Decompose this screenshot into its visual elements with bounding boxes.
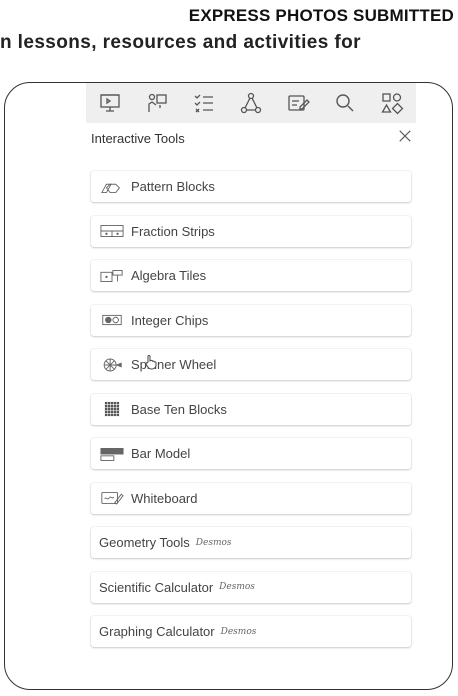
tool-label: Fraction Strips bbox=[131, 223, 215, 239]
bar-model-icon bbox=[99, 445, 125, 463]
tool-label: Integer Chips bbox=[131, 312, 209, 328]
tool-algebra-tiles[interactable]: Algebra Tiles bbox=[91, 260, 411, 291]
panel-title: Interactive Tools bbox=[91, 131, 185, 146]
presentation-icon[interactable] bbox=[96, 89, 124, 117]
tools-list: Pattern Blocks Fraction Strips Algebra T… bbox=[91, 171, 411, 661]
tool-label: Base Ten Blocks bbox=[131, 401, 227, 417]
tool-scientific-calculator[interactable]: Scientific Calculator Desmos bbox=[91, 571, 411, 603]
teacher-board-icon[interactable] bbox=[143, 89, 171, 117]
whiteboard-icon bbox=[99, 489, 125, 507]
edit-note-icon[interactable] bbox=[284, 89, 312, 117]
shapes-icon[interactable] bbox=[378, 89, 406, 117]
tool-base-ten-blocks[interactable]: Base Ten Blocks bbox=[91, 393, 411, 425]
subline-caption: n lessons, resources and activities for bbox=[0, 32, 361, 53]
close-icon[interactable] bbox=[396, 127, 414, 145]
tool-graphing-calculator[interactable]: Graphing Calculator Desmos bbox=[91, 616, 411, 647]
search-icon[interactable] bbox=[331, 89, 359, 117]
network-icon[interactable] bbox=[237, 89, 265, 117]
algebra-tiles-icon bbox=[99, 267, 125, 285]
tool-label: Bar Model bbox=[131, 446, 191, 461]
desmos-brand: Desmos bbox=[219, 582, 255, 592]
top-toolbar bbox=[86, 83, 416, 123]
tool-label: Pattern Blocks bbox=[131, 179, 215, 194]
fraction-strips-icon bbox=[99, 222, 125, 240]
desmos-brand: Desmos bbox=[220, 626, 257, 637]
base-ten-blocks-icon bbox=[99, 400, 125, 418]
hand-cursor-icon bbox=[144, 354, 158, 370]
tool-fraction-strips[interactable]: Fraction Strips bbox=[91, 215, 411, 247]
tool-pattern-blocks[interactable]: Pattern Blocks bbox=[91, 171, 411, 202]
headline-caption: EXPRESS PHOTOS SUBMITTED bbox=[188, 6, 454, 25]
tool-spinner-wheel[interactable]: Spinner Wheel bbox=[91, 349, 411, 380]
tool-geometry-tools[interactable]: Geometry Tools Desmos bbox=[91, 527, 411, 558]
checklist-icon[interactable] bbox=[190, 89, 218, 117]
device-frame: Interactive Tools Pattern Blocks Fractio… bbox=[4, 82, 453, 690]
tool-label: Graphing Calculator bbox=[99, 624, 215, 639]
tool-integer-chips[interactable]: Integer Chips bbox=[91, 304, 411, 336]
tool-label: Geometry Tools bbox=[99, 535, 190, 550]
tool-bar-model[interactable]: Bar Model bbox=[91, 438, 411, 469]
tool-label: Scientific Calculator bbox=[99, 579, 214, 595]
pattern-blocks-icon bbox=[99, 178, 125, 196]
spinner-wheel-icon bbox=[99, 356, 125, 374]
integer-chips-icon bbox=[99, 311, 125, 329]
desmos-brand: Desmos bbox=[195, 537, 232, 548]
tool-label: Whiteboard bbox=[131, 490, 198, 506]
tool-whiteboard[interactable]: Whiteboard bbox=[91, 482, 411, 514]
tool-label: Algebra Tiles bbox=[131, 268, 207, 283]
